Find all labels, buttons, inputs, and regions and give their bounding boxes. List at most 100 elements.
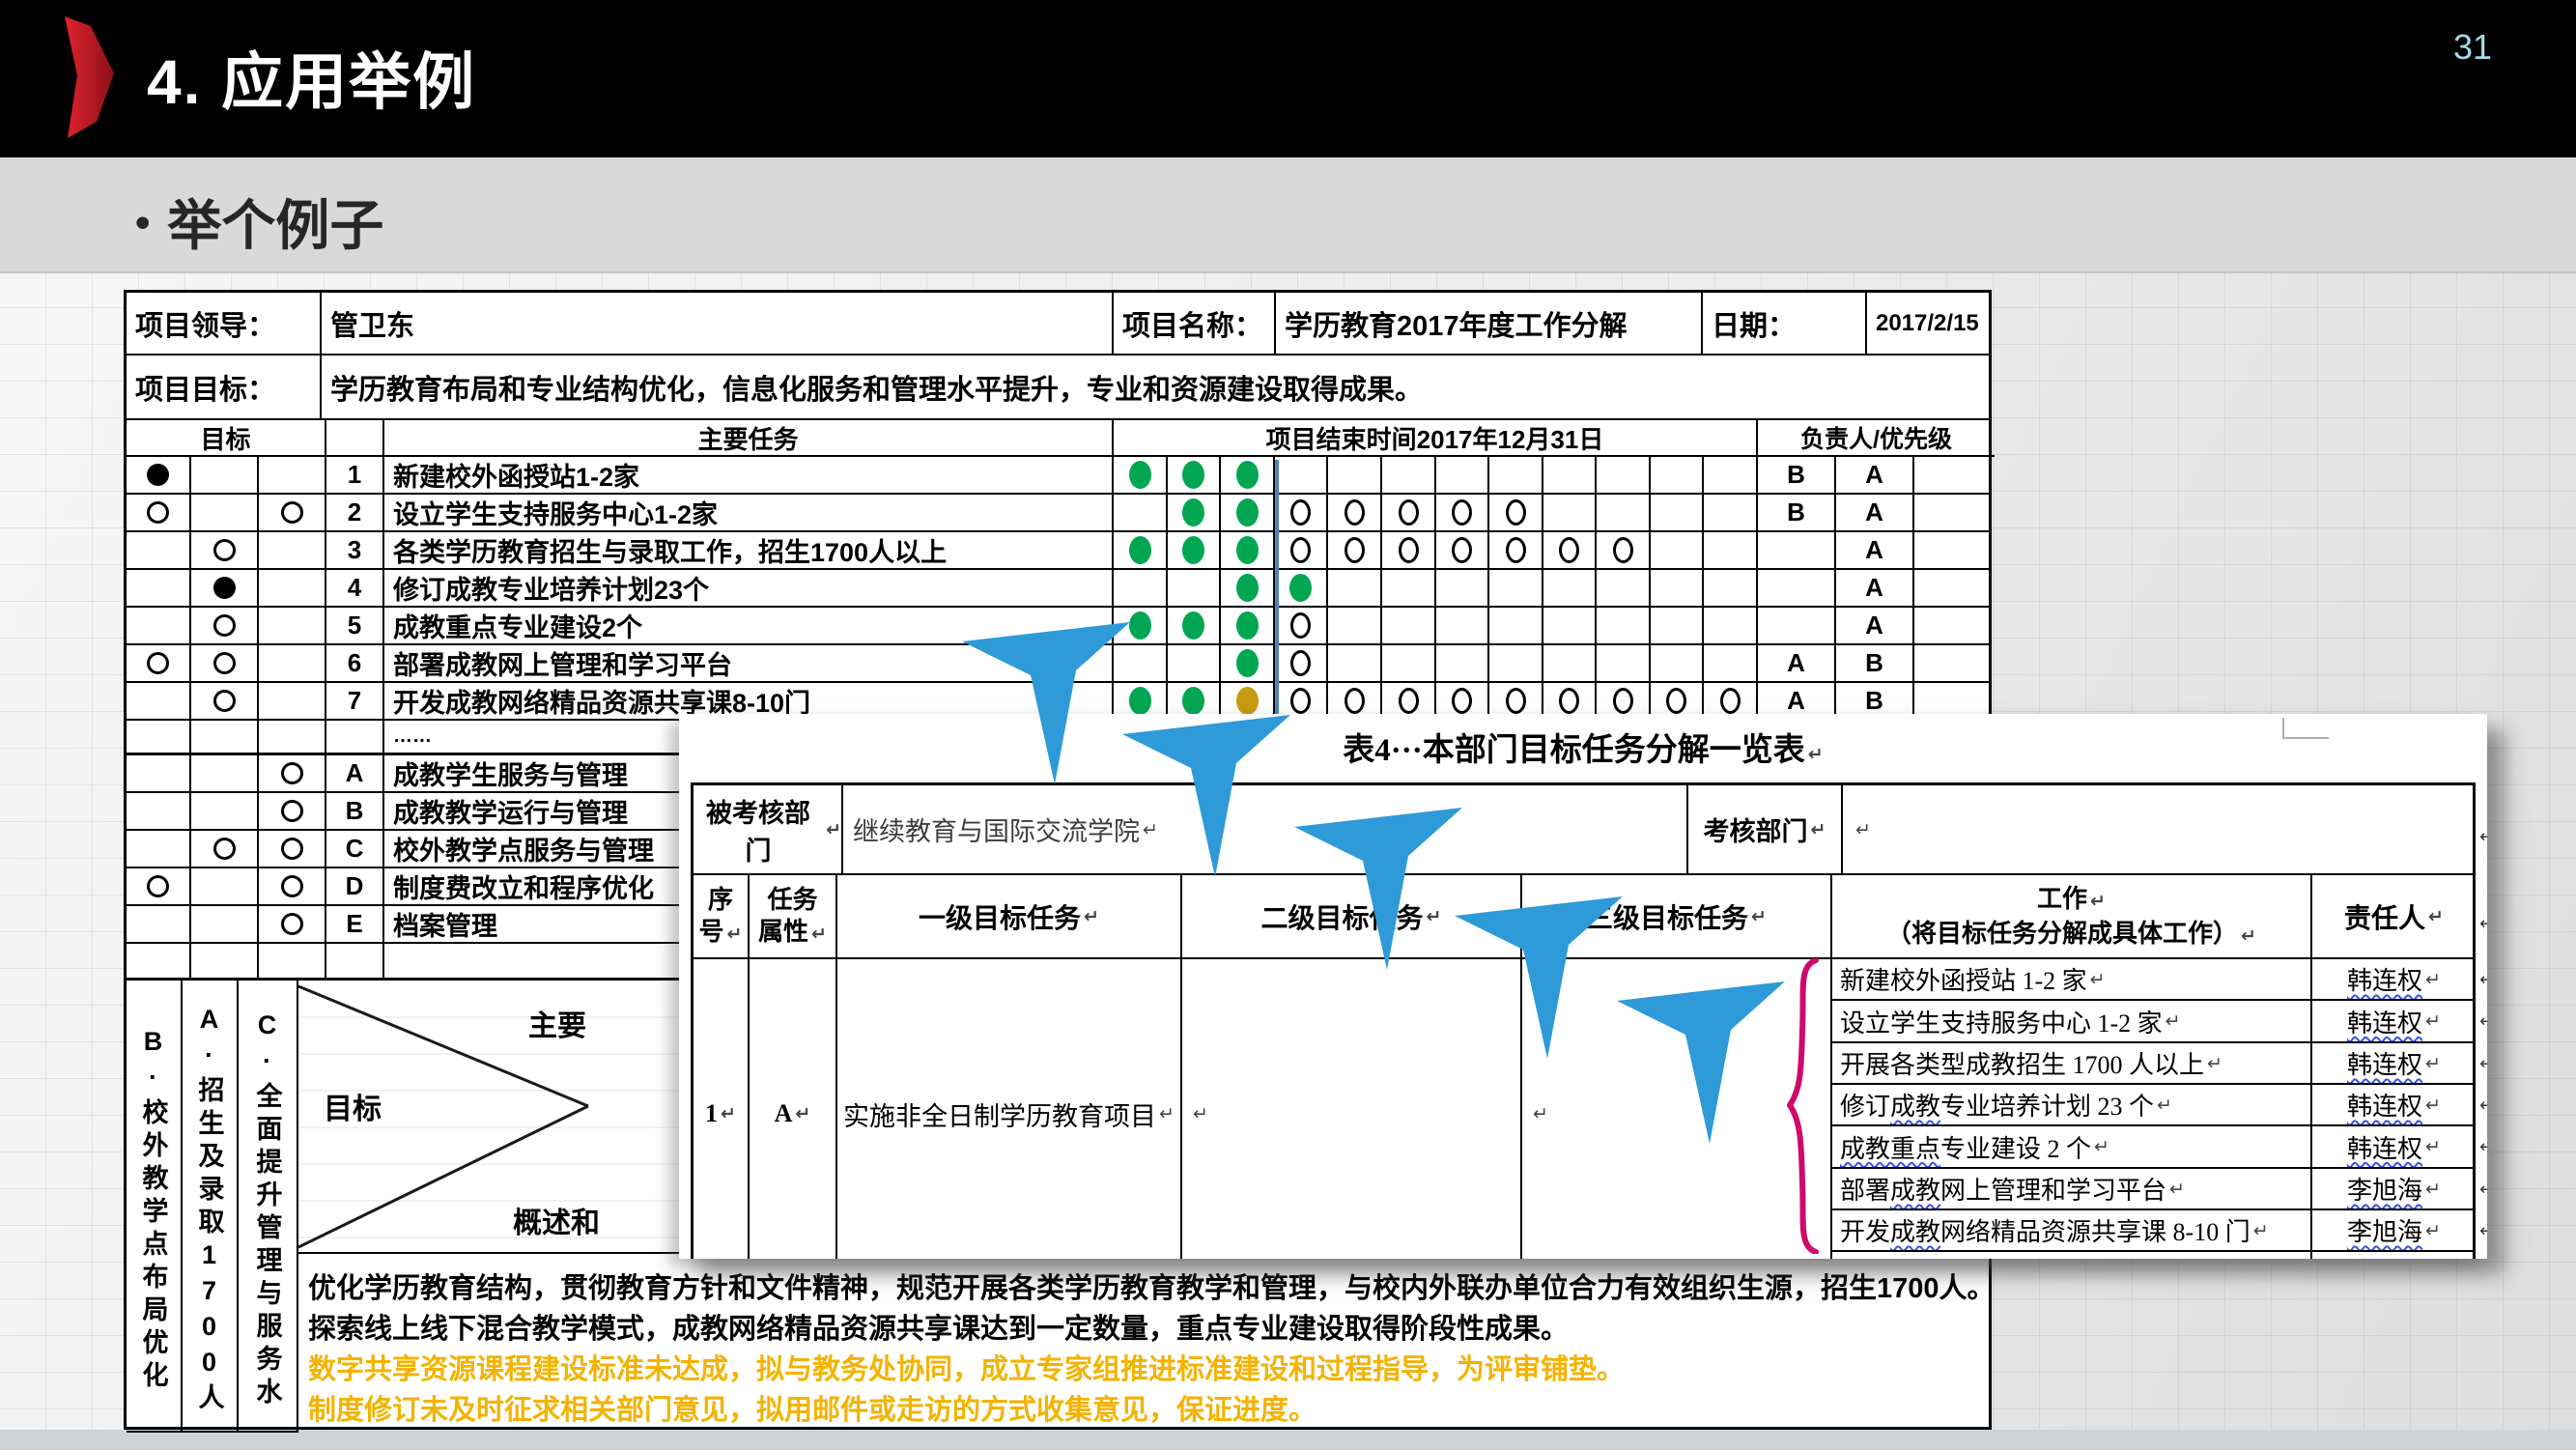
goal-open-mark — [281, 913, 303, 935]
excel-goal-mark-cell — [191, 495, 259, 532]
spellcheck-wavy-text: 韩连权 — [2347, 1045, 2422, 1081]
goal-open-mark — [281, 800, 303, 822]
goal-column-vertical: C·全面提升管理与服务水 — [239, 981, 298, 1433]
gantt-month-cell — [1651, 645, 1704, 683]
progress-plan-dot — [1666, 688, 1686, 714]
excel-goal-mark-cell — [127, 570, 191, 608]
excel-priority-cell: A — [1836, 495, 1914, 532]
gantt-month-cell — [1168, 495, 1221, 532]
progress-done-dot — [1182, 611, 1204, 640]
excel-goal-mark-cell — [259, 495, 326, 532]
excel-goal-mark-cell — [127, 457, 191, 495]
progress-plan-dot — [1290, 499, 1311, 526]
gantt-month-cell — [1168, 457, 1221, 495]
excel-info-label: 项目目标： — [127, 355, 322, 420]
pilcrow-mark: ↵ — [2425, 969, 2441, 990]
red-flag-icon — [58, 14, 116, 141]
word-work-owner: 韩连权↵ — [2312, 1085, 2476, 1126]
excel-row-no: 3 — [326, 532, 384, 570]
progress-plan-dot — [1720, 688, 1741, 714]
progress-plan-dot — [1506, 688, 1526, 714]
progress-done-dot — [1129, 461, 1151, 489]
callout-arrow-icon — [1453, 895, 1628, 1061]
triangle-label-overview: 概述和 — [513, 1199, 600, 1241]
gantt-month-cell — [1436, 645, 1489, 683]
gantt-month-cell — [1328, 645, 1382, 683]
gantt-month-cell — [1221, 608, 1275, 645]
pilcrow-mark: ↵ — [721, 1103, 736, 1124]
progress-plan-dot — [1452, 537, 1472, 563]
progress-plan-dot — [1345, 688, 1365, 714]
excel-goal-mark-cell — [259, 721, 326, 755]
gantt-month-cell — [1382, 457, 1436, 495]
progress-plan-dot — [1506, 499, 1526, 526]
word-work-item: 开发成教网络精品资源共享课 8-10 门↵ — [1832, 1210, 2312, 1252]
header-line: 序 — [708, 885, 733, 917]
excel-row-no: C — [326, 831, 384, 868]
spellcheck-wavy-text: 成教重点 — [1840, 1129, 1940, 1165]
excel-goal-mark-cell — [191, 906, 259, 944]
excel-goal-mark-cell — [259, 906, 326, 944]
progress-plan-dot — [1506, 537, 1526, 563]
progress-plan-dot — [1345, 537, 1365, 563]
goal-open-mark — [281, 762, 303, 784]
word-header-level1: 一级目标任务↵ — [837, 875, 1182, 959]
excel-task-cell: 各类学历教育招生与录取工作，招生1700人以上 — [384, 532, 1114, 570]
summary-line: 优化学历教育结构，贯彻教育方针和文件精神，规范开展各类学历教育教学和管理，与校内… — [308, 1265, 1992, 1306]
word-work-owner: 韩连权↵ — [2312, 1001, 2476, 1043]
gantt-month-cell — [1651, 570, 1704, 608]
pilcrow-mark: ↵ — [2241, 925, 2256, 947]
gantt-month-cell — [1328, 532, 1382, 570]
excel-owner-cell — [1758, 570, 1836, 608]
gantt-month-cell — [1382, 608, 1436, 645]
excel-priority-cell: A — [1836, 570, 1914, 608]
excel-goal-mark-cell — [259, 570, 326, 608]
spellcheck-wavy-text: 李旭海 — [2347, 1212, 2422, 1248]
word-work-owner: 韩连权↵ — [2312, 1126, 2476, 1169]
excel-info-label: 日期： — [1703, 293, 1867, 355]
word-row-end-mark: ↵ — [2479, 970, 2487, 990]
progress-plan-dot — [1559, 537, 1579, 563]
gantt-month-cell — [1328, 495, 1382, 532]
triangle-summary-cell: 目标 主要概述和 — [298, 981, 682, 1254]
excel-task-cell: 修订成教专业培养计划23个 — [384, 570, 1114, 608]
goal-open-mark — [213, 838, 236, 860]
goal-open-mark — [213, 690, 236, 712]
excel-goal-mark-cell — [259, 831, 326, 868]
highlight-brace-icon — [1787, 958, 1820, 1254]
progress-late-dot — [1236, 687, 1259, 715]
goal-open-mark — [213, 652, 236, 674]
pilcrow-mark: ↵ — [2425, 1010, 2441, 1032]
header-line: 号↵ — [699, 917, 743, 949]
triangle-label-goal: 目标 — [324, 1085, 382, 1127]
gantt-month-cell — [1275, 495, 1328, 532]
progress-plan-dot — [1290, 537, 1311, 563]
excel-goal-mark-cell — [191, 793, 259, 831]
gantt-month-cell — [1597, 457, 1651, 495]
pilcrow-mark: ↵ — [2428, 906, 2444, 927]
excel-goal-mark-cell — [127, 495, 191, 532]
gantt-month-cell — [1489, 532, 1543, 570]
triangle-label-main: 主要 — [528, 1002, 586, 1044]
excel-row-no — [326, 721, 384, 755]
excel-task-cell: 设立学生支持服务中心1-2家 — [384, 495, 1114, 532]
progress-done-dot — [1182, 461, 1204, 489]
goal-open-mark — [281, 875, 303, 897]
gantt-month-cell — [1489, 570, 1543, 608]
bullet-text: 举个例子 — [167, 195, 383, 256]
excel-goal-mark-cell — [191, 532, 259, 570]
goal-open-mark — [147, 875, 169, 897]
progress-plan-dot — [1399, 537, 1419, 563]
excel-row-no: E — [326, 906, 384, 944]
bullet-icon: • — [135, 199, 150, 246]
pilcrow-mark: ↵ — [2425, 1136, 2441, 1157]
word-row-end-mark: ↵ — [2479, 1011, 2487, 1032]
excel-row-no: 6 — [326, 645, 384, 683]
excel-priority-cell: A — [1836, 457, 1914, 495]
excel-goal-mark-cell — [259, 645, 326, 683]
progress-done-dot — [1182, 687, 1204, 715]
gantt-month-cell — [1436, 570, 1489, 608]
excel-goal-mark-cell — [127, 721, 191, 755]
gantt-month-cell — [1704, 570, 1758, 608]
header-line: 任务 — [767, 885, 817, 917]
